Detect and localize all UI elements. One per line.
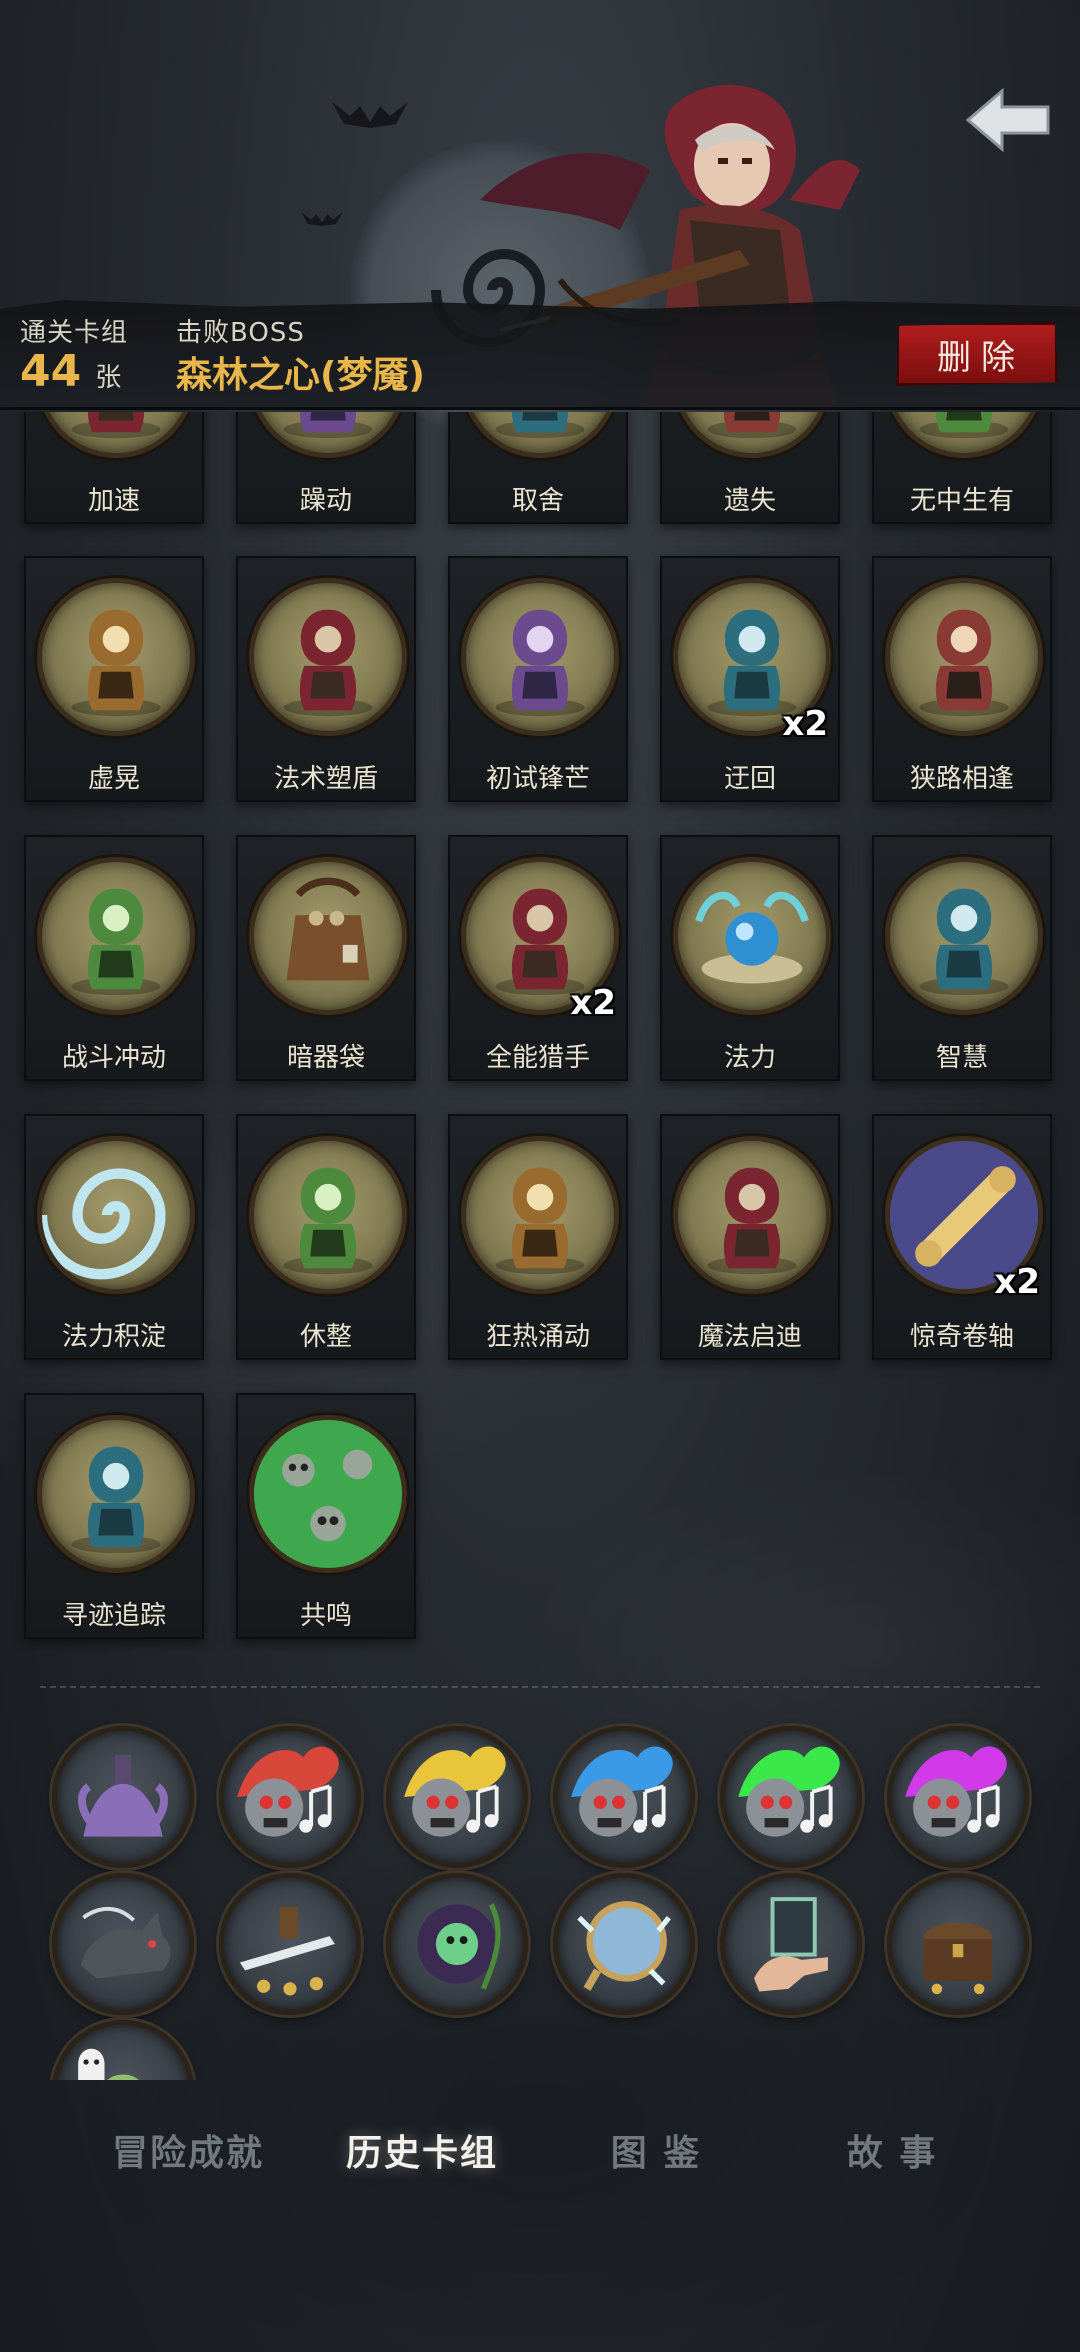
ghost-slime-icon[interactable] [52,2020,194,2080]
music-skull-blue-icon[interactable] [553,1726,695,1868]
fervor-surge-art [461,1136,619,1294]
deck-card[interactable]: 暗器袋 [236,835,416,1081]
deck-card[interactable]: 无中生有 [872,412,1052,524]
deck-card[interactable]: 休整 [236,1114,416,1360]
section-divider [40,1686,1040,1688]
mana-vortex-art [37,1136,195,1294]
card-name: 法力积淀 [61,1322,166,1352]
deck-card[interactable]: 惊奇卷轴 x2 [872,1114,1052,1360]
deck-card[interactable]: 狂热涌动 [448,1114,628,1360]
card-name: 躁动 [299,486,352,516]
boxer-feint-art [37,578,195,736]
card-name: 智慧 [935,1043,988,1073]
card-name: 初试锋芒 [485,764,590,794]
bat-icon [332,102,408,128]
card-name: 迂回 [723,764,776,794]
bottom-tab-bar: 冒险成就 历史卡组图 鉴 故 事 [0,2090,1080,2210]
deck-card[interactable]: 法力 [660,835,840,1081]
tentacle-altar-icon[interactable] [52,1726,194,1868]
deck-card[interactable]: 狭路相逢 [872,556,1052,802]
deck-card[interactable]: 法力积淀 [24,1114,204,1360]
frost-mirror-icon[interactable] [553,1873,695,2015]
tracking-art [37,1415,195,1573]
battle-urge-art [37,857,195,1015]
bat-icon [301,211,343,227]
card-count-badge: x2 [994,1262,1040,1302]
deck-card[interactable]: 取舍 [448,412,628,524]
sword-coins-icon[interactable] [219,1873,361,2015]
hidden-weapon-pouch-art [249,857,407,1015]
wisdom-sage-art [885,857,1043,1015]
deck-card[interactable]: 魔法启迪 [660,1114,840,1360]
card-name: 暗器袋 [286,1043,365,1073]
card-name: 虚晃 [87,764,140,794]
card-name: 法力 [723,1043,776,1073]
music-skull-purple-icon[interactable] [887,1726,1029,1868]
music-skull-green-icon[interactable] [720,1726,862,1868]
tab-achievements[interactable]: 冒险成就 [88,2120,288,2180]
tradeoff-art [461,412,619,458]
card-count-badge: x2 [570,983,616,1023]
header: 通关卡组 44 张 击败BOSS 森林之心(梦魇) 删除 [0,0,1080,440]
tab-codex[interactable]: 图 鉴 [576,2120,736,2180]
card-hand-icon[interactable] [720,1873,862,2015]
deck-card[interactable]: 智慧 [872,835,1052,1081]
narrow-path-art [885,578,1043,736]
deck-card[interactable]: 战斗冲动 [24,835,204,1081]
back-button[interactable] [960,80,1056,160]
tab-history-deck[interactable]: 历史卡组 [322,2120,522,2180]
deck-card[interactable]: 初试锋芒 [448,556,628,802]
relic-list [0,1716,1080,2080]
music-skull-red-icon[interactable] [219,1726,361,1868]
card-count-badge: x2 [782,704,828,744]
defeat-boss-label: 击败BOSS [176,318,305,348]
card-name: 狂热涌动 [485,1322,590,1352]
card-name: 狭路相逢 [909,764,1014,794]
card-name: 遗失 [723,486,776,516]
card-name: 全能猎手 [485,1043,590,1073]
music-skull-yellow-icon[interactable] [386,1726,528,1868]
card-count-unit: 张 [95,363,122,393]
card-name: 取舍 [511,486,564,516]
green-skull-aura-icon[interactable] [386,1873,528,2015]
card-name: 共鸣 [299,1601,352,1631]
wolf-icon[interactable] [52,1873,194,2015]
card-name: 魔法启迪 [697,1322,802,1352]
treasure-chest-icon[interactable] [887,1873,1029,2015]
deck-card[interactable]: 寻迹追踪 [24,1393,204,1639]
something-from-nothing-art [885,412,1043,458]
deck-card[interactable]: 加速 [24,412,204,524]
speed-hero-art [37,412,195,458]
resonance-skulls-art [249,1415,407,1573]
clear-deck-label: 通关卡组 [20,318,129,348]
card-count-number: 44 [20,346,82,397]
card-name: 战斗冲动 [61,1043,166,1073]
delete-button[interactable]: 删除 [896,322,1058,386]
deck-card[interactable]: 虚晃 [24,556,204,802]
mana-orb-art [673,857,831,1015]
card-name: 寻迹追踪 [61,1601,166,1631]
card-name: 休整 [299,1322,352,1352]
back-arrow-icon [965,87,1050,153]
boss-name: 森林之心(梦魇) [176,355,425,396]
deck-card-grid: 加速 躁动 取舍 遗失 无中生有 虚晃 法术塑盾 初试锋芒 迂回 x2 狭路相逢 战斗冲动 暗器袋 全能猎… [0,412,1080,1652]
card-name: 加速 [87,486,140,516]
deck-card[interactable]: 迂回 x2 [660,556,840,802]
deck-card[interactable]: 共鸣 [236,1393,416,1639]
magic-enlightenment-art [673,1136,831,1294]
spell-shield-art [249,578,407,736]
card-name: 惊奇卷轴 [909,1322,1014,1352]
card-name: 法术塑盾 [273,764,378,794]
deck-card[interactable]: 遗失 [660,412,840,524]
rest-art [249,1136,407,1294]
card-name: 无中生有 [909,486,1014,516]
deck-card[interactable]: 法术塑盾 [236,556,416,802]
restless-art [249,412,407,458]
lost-art [673,412,831,458]
card-count: 44 张 [20,346,121,397]
deck-card[interactable]: 全能猎手 x2 [448,835,628,1081]
tab-story[interactable]: 故 事 [812,2120,972,2180]
deck-card[interactable]: 躁动 [236,412,416,524]
first-blood-art [461,578,619,736]
